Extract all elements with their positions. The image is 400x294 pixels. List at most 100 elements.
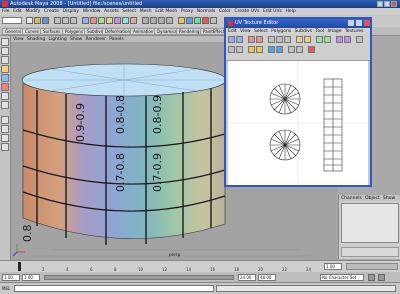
rotate-tool-icon[interactable] bbox=[1, 74, 9, 82]
uv-isolate-icon[interactable] bbox=[228, 46, 235, 53]
current-frame-field[interactable]: 1.00 bbox=[324, 263, 342, 270]
select-dynamics-icon[interactable] bbox=[122, 17, 129, 24]
tab-curves[interactable]: Curves bbox=[22, 28, 42, 35]
uv-align-icon[interactable] bbox=[316, 36, 323, 43]
character-set-selector[interactable]: No Character Set bbox=[320, 274, 364, 281]
ipr-render-icon[interactable] bbox=[202, 17, 209, 24]
new-scene-icon[interactable] bbox=[26, 17, 33, 24]
paint-select-tool-icon[interactable] bbox=[1, 56, 9, 64]
persp-outliner-layout-icon[interactable] bbox=[1, 134, 9, 142]
select-rendering-icon[interactable] bbox=[130, 17, 137, 24]
persp-graph-layout-icon[interactable] bbox=[1, 143, 9, 151]
uv-filter-icon[interactable] bbox=[248, 46, 255, 53]
menu-proxy[interactable]: Proxy bbox=[181, 8, 193, 15]
snap-plane-icon[interactable] bbox=[166, 17, 173, 24]
tab-polygons[interactable]: Polygons bbox=[62, 28, 86, 35]
menu-create-uvs[interactable]: Create UVs bbox=[234, 8, 259, 15]
menu-file[interactable]: File bbox=[2, 8, 10, 15]
menu-modify[interactable]: Modify bbox=[25, 8, 40, 15]
select-hierarchy-icon[interactable] bbox=[54, 17, 61, 24]
uv-unfold-icon[interactable] bbox=[304, 36, 311, 43]
close-button[interactable] bbox=[391, 1, 397, 7]
menu-assets[interactable]: Assets bbox=[104, 8, 119, 15]
animation-end-field[interactable]: 48.00 bbox=[258, 274, 276, 281]
select-surfaces-icon[interactable] bbox=[106, 17, 113, 24]
uv-layout-icon[interactable] bbox=[296, 36, 303, 43]
uv-image-display-icon[interactable] bbox=[344, 36, 351, 43]
uv-pixel-snap-icon[interactable] bbox=[256, 46, 263, 53]
preferences-icon[interactable] bbox=[378, 274, 385, 281]
uv-sew-icon[interactable] bbox=[276, 36, 283, 43]
select-joints-icon[interactable] bbox=[90, 17, 97, 24]
tab-general[interactable]: General bbox=[2, 28, 24, 35]
uv-rgb-icon[interactable] bbox=[268, 46, 275, 53]
single-view-layout-icon[interactable] bbox=[1, 116, 9, 124]
range-bar[interactable] bbox=[44, 275, 234, 280]
menu-edit[interactable]: Edit bbox=[13, 8, 22, 15]
channel-box-menu-channels[interactable]: Channels bbox=[341, 195, 362, 202]
move-tool-icon[interactable] bbox=[1, 65, 9, 73]
scale-tool-icon[interactable] bbox=[1, 83, 9, 91]
uv-editor-close-button[interactable] bbox=[364, 20, 370, 26]
menu-select[interactable]: Select bbox=[122, 8, 136, 15]
select-curves-icon[interactable] bbox=[98, 17, 105, 24]
menu-mesh[interactable]: Mesh bbox=[140, 8, 152, 15]
animation-start-field[interactable]: 1.00 bbox=[2, 274, 20, 281]
playback-controls[interactable] bbox=[346, 263, 398, 270]
uv-flip-u-icon[interactable] bbox=[228, 36, 235, 43]
uv-grid-icon[interactable] bbox=[336, 36, 343, 43]
uv-rotate-cw-icon[interactable] bbox=[256, 36, 263, 43]
uv-shell-side[interactable] bbox=[323, 78, 343, 172]
channel-box-menu-show[interactable]: Show bbox=[383, 195, 395, 202]
menu-window[interactable]: Window bbox=[83, 8, 101, 15]
maximize-button[interactable] bbox=[384, 1, 390, 7]
uv-editor-title-bar[interactable]: UV Texture Editor bbox=[226, 19, 370, 28]
snap-curve-icon[interactable] bbox=[150, 17, 157, 24]
command-input[interactable] bbox=[14, 285, 214, 292]
select-handles-icon[interactable] bbox=[82, 17, 89, 24]
menu-color[interactable]: Color bbox=[219, 8, 231, 15]
uv-gamma-icon[interactable] bbox=[296, 46, 303, 53]
menu-display[interactable]: Display bbox=[63, 8, 80, 15]
layer-editor[interactable] bbox=[341, 247, 399, 257]
uv-view-transform-icon[interactable] bbox=[308, 46, 315, 53]
uv-move-sew-icon[interactable] bbox=[284, 36, 291, 43]
uv-editor-minimize-button[interactable] bbox=[348, 20, 354, 26]
snap-grid-icon[interactable] bbox=[142, 17, 149, 24]
manipulator-tool-icon[interactable] bbox=[1, 92, 9, 100]
channel-list[interactable] bbox=[341, 203, 399, 243]
select-tool-icon[interactable] bbox=[1, 38, 9, 46]
render-view-icon[interactable] bbox=[186, 17, 193, 24]
four-view-layout-icon[interactable] bbox=[1, 125, 9, 133]
uv-editor-canvas[interactable] bbox=[228, 61, 368, 185]
save-scene-icon[interactable] bbox=[42, 17, 49, 24]
menu-edit-uvs[interactable]: Edit UVs bbox=[263, 8, 282, 15]
history-icon[interactable] bbox=[178, 17, 185, 24]
uv-snapshot-icon[interactable] bbox=[324, 36, 331, 43]
uv-texture-border-icon[interactable] bbox=[356, 36, 363, 43]
auto-key-icon[interactable] bbox=[368, 274, 375, 281]
uv-rotate-ccw-icon[interactable] bbox=[248, 36, 255, 43]
menu-help[interactable]: Help bbox=[285, 8, 295, 15]
render-icon[interactable] bbox=[194, 17, 201, 24]
uv-editor-maximize-button[interactable] bbox=[356, 20, 362, 26]
uv-flip-v-icon[interactable] bbox=[236, 36, 243, 43]
uv-alpha-icon[interactable] bbox=[276, 46, 283, 53]
uv-cut-icon[interactable] bbox=[268, 36, 275, 43]
select-component-icon[interactable] bbox=[70, 17, 77, 24]
uv-shell-top-cap[interactable] bbox=[269, 83, 301, 115]
menu-set-selector[interactable] bbox=[2, 17, 22, 24]
channel-box-menu-object[interactable]: Object bbox=[365, 195, 380, 202]
menu-edit-mesh[interactable]: Edit Mesh bbox=[155, 8, 177, 15]
playback-end-field[interactable]: 24.00 bbox=[238, 274, 256, 281]
select-deformations-icon[interactable] bbox=[114, 17, 121, 24]
uv-shell-bottom-cap[interactable] bbox=[269, 129, 301, 161]
menu-create[interactable]: Create bbox=[44, 8, 59, 15]
lasso-tool-icon[interactable] bbox=[1, 47, 9, 55]
tab-deformation[interactable]: Deformation bbox=[102, 28, 133, 35]
snap-point-icon[interactable] bbox=[158, 17, 165, 24]
tab-animation[interactable]: Animation bbox=[130, 28, 157, 35]
tab-rendering[interactable]: Rendering bbox=[176, 28, 203, 35]
uv-exposure-icon[interactable] bbox=[288, 46, 295, 53]
open-scene-icon[interactable] bbox=[34, 17, 41, 24]
